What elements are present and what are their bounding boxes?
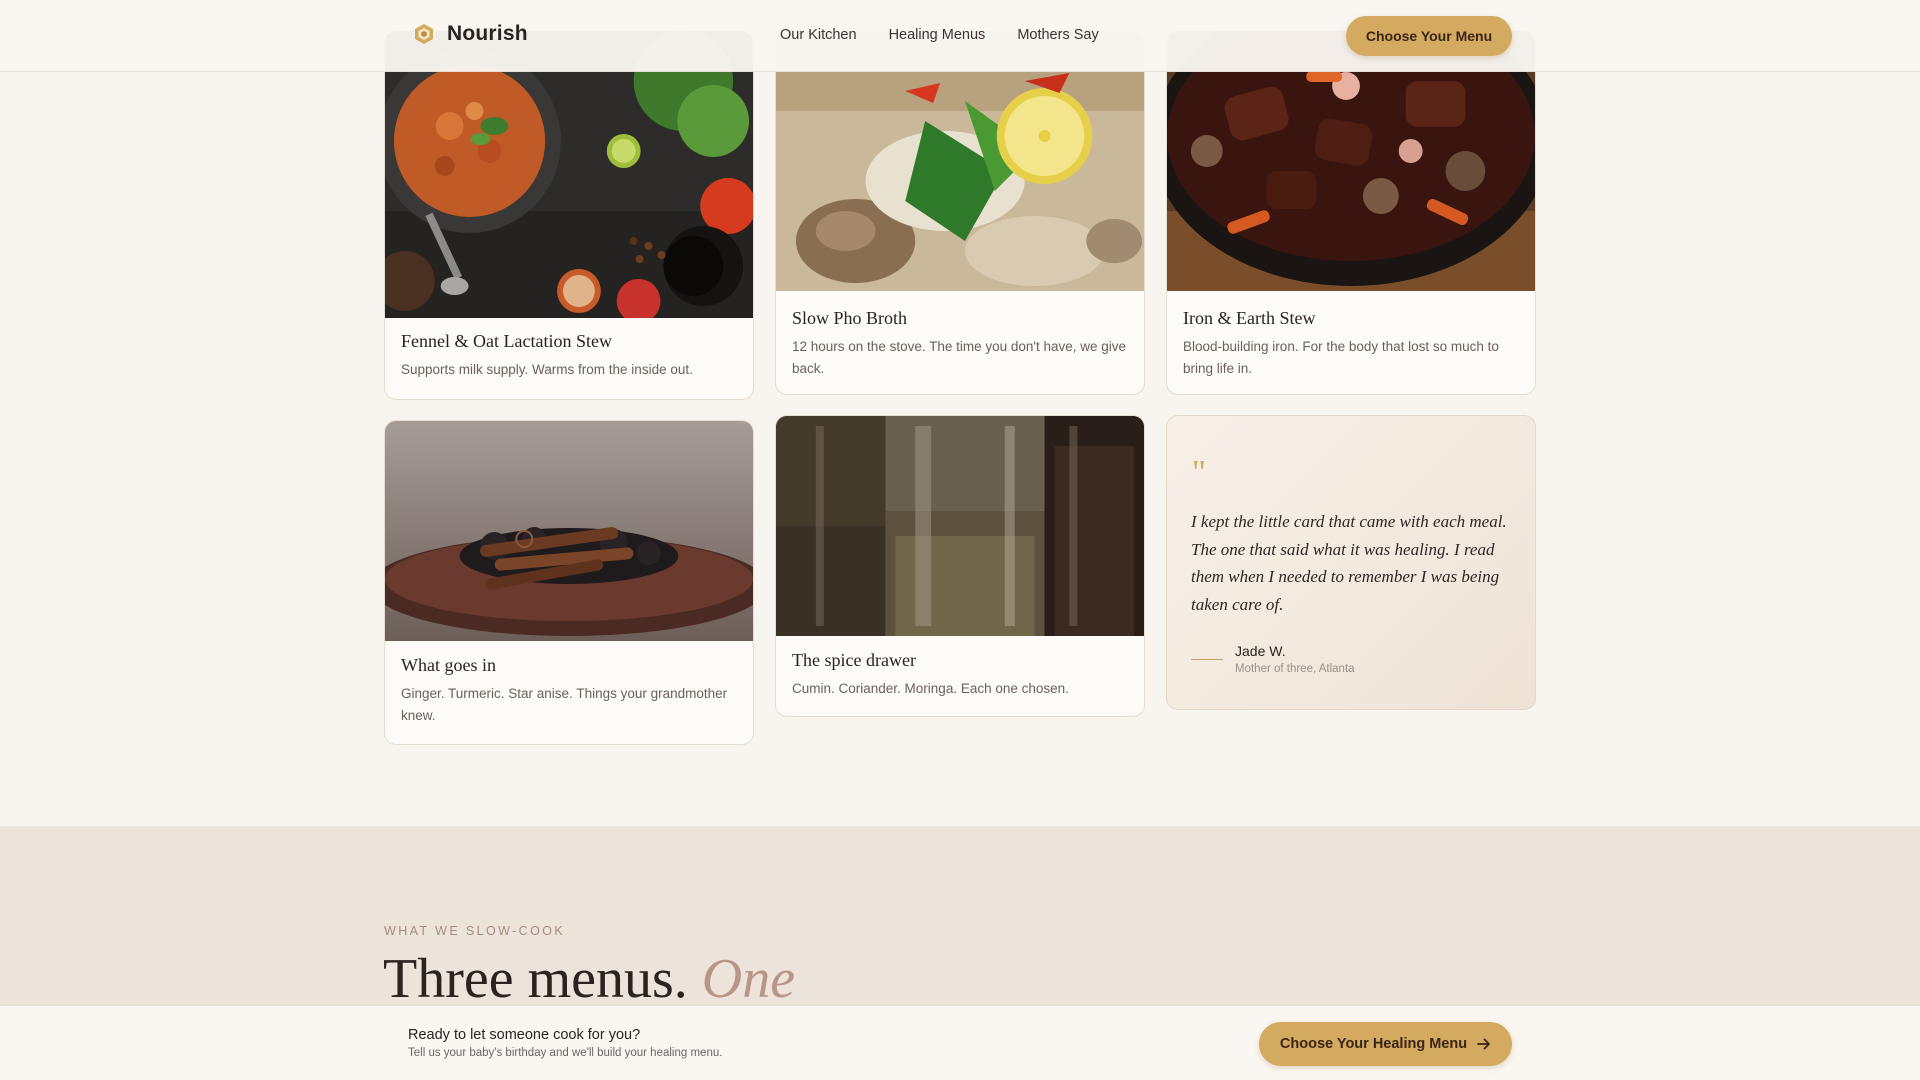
nav-our-kitchen[interactable]: Our Kitchen xyxy=(780,27,857,43)
section-title-accent: One xyxy=(701,948,796,1010)
main-nav: Our Kitchen Healing Menus Mothers Say xyxy=(780,27,1099,43)
cta-bar-subtitle: Tell us your baby's birthday and we'll b… xyxy=(408,1047,723,1059)
brand-name: Nourish xyxy=(447,22,528,45)
testimonial-quote: I kept the little card that came with ea… xyxy=(1191,512,1507,614)
card-title: Fennel & Oat Lactation Stew xyxy=(401,331,612,351)
card-description: Blood-building iron. For the body that l… xyxy=(1183,339,1499,376)
card-title: Slow Pho Broth xyxy=(792,308,908,328)
testimonial-author: Jade W. xyxy=(1235,643,1286,659)
card-description: Supports milk supply. Warms from the ins… xyxy=(401,362,693,377)
card-description: Ginger. Turmeric. Star anise. Things you… xyxy=(401,686,728,723)
card-image-stew xyxy=(385,31,753,318)
choose-healing-menu-label: Choose Your Healing Menu xyxy=(1279,1036,1468,1052)
card-title: Iron & Earth Stew xyxy=(1183,308,1316,328)
quote-divider xyxy=(1191,659,1223,660)
card-image-spices xyxy=(385,421,753,641)
testimonial-card: " I kept the little card that came with … xyxy=(1166,415,1536,710)
brand[interactable]: Nourish xyxy=(413,22,528,46)
cta-bar-title: Ready to let someone cook for you? xyxy=(408,1027,641,1043)
card-description: 12 hours on the stove. The time you don'… xyxy=(792,339,1127,376)
card-title: The spice drawer xyxy=(792,650,916,670)
card-description: Cumin. Coriander. Moringa. Each one chos… xyxy=(792,681,1069,696)
hexagon-logo-icon xyxy=(415,24,433,44)
choose-healing-menu-button[interactable]: Choose Your Healing Menu xyxy=(1259,1022,1512,1066)
card-image-spice-jars xyxy=(776,416,1144,636)
choose-menu-button[interactable]: Choose Your Menu xyxy=(1346,16,1512,56)
menu-card[interactable]: Fennel & Oat Lactation Stew Supports mil… xyxy=(384,30,754,400)
nav-healing-menus[interactable]: Healing Menus xyxy=(889,27,986,43)
card-title: What goes in xyxy=(401,655,496,675)
menu-card[interactable]: Slow Pho Broth 12 hours on the stove. Th… xyxy=(775,30,1145,395)
sticky-cta-bar: Ready to let someone cook for you? Tell … xyxy=(0,1005,1920,1080)
info-card[interactable]: The spice drawer Cumin. Coriander. Morin… xyxy=(775,415,1145,717)
info-card[interactable]: What goes in Ginger. Turmeric. Star anis… xyxy=(384,420,754,745)
menu-card[interactable]: Iron & Earth Stew Blood-building iron. F… xyxy=(1166,30,1536,395)
site-header: Nourish Our Kitchen Healing Menus Mother… xyxy=(0,0,1920,72)
section-title: Three menus. One xyxy=(383,946,795,1013)
section-eyebrow: WHAT WE SLOW-COOK xyxy=(384,924,566,938)
nav-mothers-say[interactable]: Mothers Say xyxy=(1017,27,1098,43)
testimonial-role: Mother of three, Atlanta xyxy=(1235,663,1355,675)
section-title-main: Three menus. xyxy=(383,948,688,1010)
quote-mark-icon: " xyxy=(1192,454,1206,491)
arrow-right-icon xyxy=(1477,1038,1490,1050)
